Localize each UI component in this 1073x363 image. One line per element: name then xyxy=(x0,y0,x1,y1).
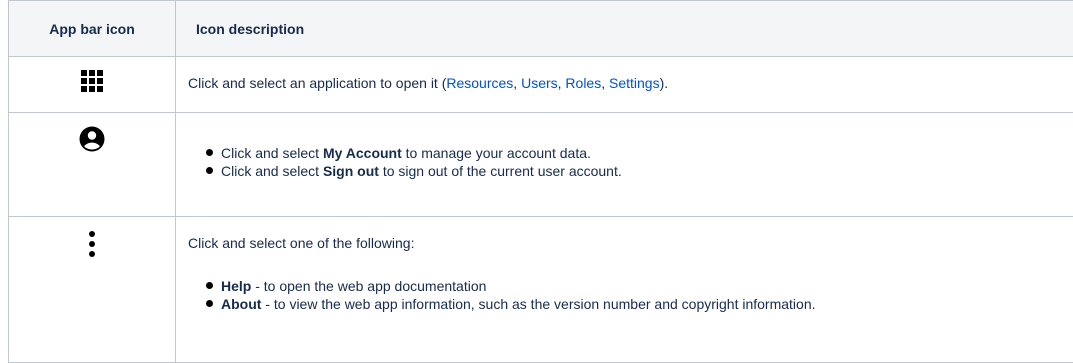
table-row: Click and select My Account to manage yo… xyxy=(9,113,1073,217)
list-item: Click and select Sign out to sign out of… xyxy=(221,162,1073,180)
more-vertical-icon xyxy=(88,230,96,261)
settings-link[interactable]: Settings xyxy=(609,75,660,91)
apps-grid-icon xyxy=(81,70,103,95)
column-header-icon-description: Icon description xyxy=(176,1,1073,57)
apps-description: Click and select an application to open … xyxy=(188,74,1073,92)
table-header-row: App bar icon Icon description xyxy=(9,1,1073,57)
list-item: Click and select My Account to manage yo… xyxy=(221,144,1073,162)
app-bar-icons-table: App bar icon Icon description xyxy=(8,0,1073,363)
description-cell: Click and select an application to open … xyxy=(176,57,1073,113)
icon-cell xyxy=(9,217,176,363)
description-cell: Click and select one of the following: H… xyxy=(176,217,1073,363)
more-options-list: Help - to open the web app documentation… xyxy=(188,277,1073,313)
table-row: Click and select an application to open … xyxy=(9,57,1073,113)
resources-link[interactable]: Resources xyxy=(446,75,513,91)
column-header-app-bar-icon: App bar icon xyxy=(9,1,176,57)
icon-cell xyxy=(9,113,176,217)
description-cell: Click and select My Account to manage yo… xyxy=(176,113,1073,217)
list-item: Help - to open the web app documentation xyxy=(221,277,1073,295)
roles-link[interactable]: Roles xyxy=(565,75,601,91)
users-link[interactable]: Users xyxy=(521,75,558,91)
more-intro-text: Click and select one of the following: xyxy=(188,234,1073,252)
account-circle-icon xyxy=(79,126,105,155)
list-item: About - to view the web app information,… xyxy=(221,295,1073,313)
icon-cell xyxy=(9,57,176,113)
table-row: Click and select one of the following: H… xyxy=(9,217,1073,363)
account-options-list: Click and select My Account to manage yo… xyxy=(188,144,1073,180)
